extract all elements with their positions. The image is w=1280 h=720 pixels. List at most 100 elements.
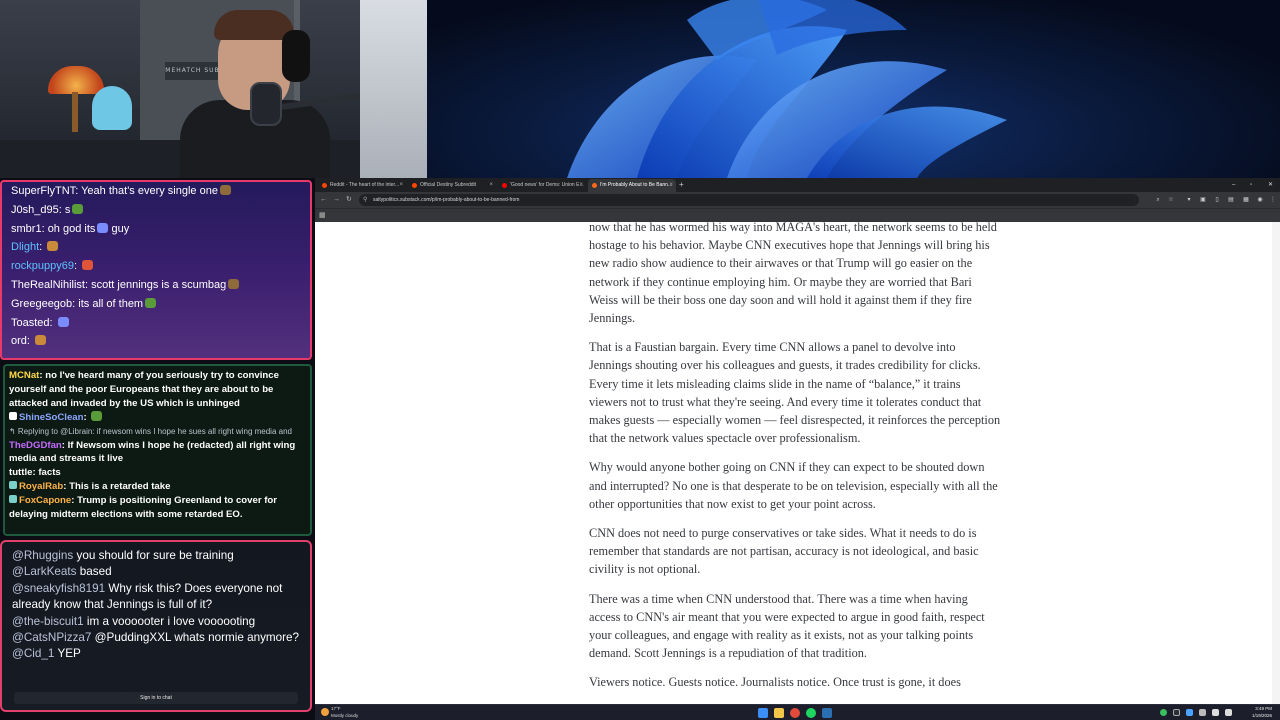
minimize-icon[interactable]: –	[1232, 178, 1235, 192]
bookmark-star-icon[interactable]: ☆	[1166, 194, 1176, 206]
emote-icon	[219, 185, 231, 195]
tab-2[interactable]: Official Destiny Subreddit ×	[408, 179, 496, 192]
tab-favicon-icon	[322, 183, 327, 188]
chat-mention: @CatsNPizza7	[12, 631, 92, 645]
site-info-icon[interactable]: ⚲	[363, 194, 367, 206]
chat-message: FoxCapone: Trump is positioning Greenlan…	[9, 495, 278, 521]
chat-mention: @sneakyfish8191	[12, 581, 106, 595]
steam-icon[interactable]	[822, 708, 832, 718]
close-window-icon[interactable]: ✕	[1268, 178, 1273, 192]
chat-mention: @LarkKeats	[12, 565, 77, 579]
tab-close-icon[interactable]: ×	[579, 179, 583, 192]
tab-favicon-icon	[502, 183, 507, 188]
sign-in-to-chat-button[interactable]: Sign in to chat	[14, 692, 298, 704]
tab-title: 'Good news' for Dems: Union E...	[510, 182, 584, 188]
weather-widget[interactable]: 17°F Mostly cloudy	[321, 706, 358, 719]
chat-text: This is a retarded take	[69, 481, 171, 493]
downloads-icon[interactable]: ▯	[1212, 194, 1222, 206]
forward-icon[interactable]: →	[333, 194, 340, 206]
extension-icon-1[interactable]: ▣	[1198, 194, 1208, 206]
wifi-icon[interactable]	[1212, 709, 1219, 716]
extensions-icon[interactable]: ▾	[1184, 194, 1194, 206]
chat-username: Dlight	[11, 241, 40, 254]
tab-favicon-icon	[412, 183, 417, 188]
chrome-icon[interactable]	[790, 708, 800, 718]
webcam-lamp	[48, 66, 104, 94]
chat-message: @LarkKeats based	[12, 564, 302, 580]
chat-message: ord:	[2, 332, 310, 351]
article-paragraph: now that he has wormed his way into MAGA…	[589, 222, 997, 326]
address-bar[interactable]: ⚲ saltypolitics.substack.com/p/im-probab…	[359, 194, 1139, 206]
reply-context: ↰ Replying to @Librain: if newsom wins I…	[9, 426, 292, 436]
tab-1[interactable]: Reddit - The heart of the inter... ×	[318, 179, 406, 192]
tray-icon-3[interactable]	[1186, 709, 1193, 716]
maximize-icon[interactable]: ▫	[1250, 178, 1252, 192]
page-scrollbar[interactable]	[1272, 222, 1280, 704]
chat-username: smbr1	[11, 222, 42, 235]
system-clock[interactable]: 3:49 PM 1/19/2026	[1252, 706, 1272, 719]
tray-icon-4[interactable]	[1199, 709, 1206, 716]
menu-icon[interactable]: ⋮	[1268, 194, 1278, 206]
chat-message: @sneakyfish8191 Why risk this? Does ever…	[12, 581, 302, 614]
user-badge-icon	[9, 411, 17, 420]
tab-title: Reddit - The heart of the inter...	[330, 182, 400, 188]
microphone-icon	[250, 82, 282, 126]
webcam-lamp-stem	[72, 92, 78, 132]
chat-username: tuttle	[9, 467, 33, 479]
tab-4[interactable]: I'm Probably About to Be Bann... ×	[588, 179, 676, 192]
browser-window: Reddit - The heart of the inter... × Offic…	[315, 178, 1280, 704]
desktop-wallpaper	[427, 0, 1280, 178]
apps-grid-icon[interactable]: ▦	[319, 211, 326, 221]
start-icon[interactable]	[758, 708, 768, 718]
new-tab-button[interactable]: +	[679, 179, 684, 191]
clock-time: 3:49 PM	[1255, 706, 1272, 711]
tray-icon-1[interactable]	[1160, 709, 1167, 716]
tab-close-icon[interactable]: ×	[669, 179, 673, 192]
url-text: saltypolitics.substack.com/p/im-probably…	[373, 197, 520, 203]
webcam-window-light	[360, 0, 427, 178]
bookmarks-bar: ▦	[315, 208, 1280, 222]
chat-message: ShineSoClean:	[9, 410, 306, 425]
weather-icon	[321, 708, 329, 716]
extension-icon-2[interactable]: ▦	[1241, 194, 1251, 206]
address-bar-row: ← → ↻ ⚲ saltypolitics.substack.com/p/im-…	[315, 192, 1280, 208]
back-icon[interactable]: ←	[320, 194, 327, 206]
chat-message: smbr1: oh god its guy	[11, 222, 130, 235]
tab-close-icon[interactable]: ×	[489, 179, 493, 192]
chat-message: TheDGDfan: If Newsom wins I hope he (red…	[9, 439, 296, 465]
chat-panel-top: SuperFlyTNT: Yeah that's every single on…	[0, 180, 312, 360]
tab-close-icon[interactable]: ×	[399, 179, 403, 192]
chat-text: no I've heard many of you seriously try …	[9, 370, 279, 409]
zoom-icon[interactable]: ⌕	[1153, 194, 1163, 206]
chat-text: Yeah that's every single one	[81, 185, 218, 197]
chat-reply-line: ↰ Replying to @Librain: if newsom wins I…	[9, 425, 306, 439]
chat-message: @Cid_1 YEP	[12, 646, 302, 662]
tab-3[interactable]: 'Good news' for Dems: Union E... ×	[498, 179, 586, 192]
chat-message: @CatsNPizza7 @PuddingXXL whats normie an…	[12, 630, 302, 646]
chat-text: its all of them	[78, 297, 144, 310]
chat-mention: @Cid_1	[12, 647, 55, 661]
tray-icon-2[interactable]	[1173, 709, 1180, 716]
file-explorer-icon[interactable]	[774, 708, 784, 718]
chat-text: you should for sure be training	[76, 549, 234, 562]
tab-title: Official Destiny Subreddit	[420, 182, 477, 188]
chat-message: Dlight:	[2, 238, 310, 257]
weather-desc: Mostly cloudy	[331, 712, 359, 718]
chat-text: scott jennings is a scumbag	[91, 278, 227, 291]
webcam-feed: MEHATCH SUBSCR	[0, 0, 427, 178]
chat-panel-bottom: @Rhuggins you should for sure be trainin…	[0, 540, 312, 712]
article-paragraph: Viewers notice. Guests notice. Journalis…	[589, 675, 961, 690]
user-badge-icon	[9, 495, 17, 504]
tab-title: I'm Probably About to Be Bann...	[600, 182, 673, 188]
chat-message: @Rhuggins you should for sure be trainin…	[12, 548, 302, 564]
headset-icon	[282, 30, 310, 82]
webcam-streamer-hair	[214, 10, 294, 40]
chat-text: based	[79, 565, 112, 579]
volume-icon[interactable]	[1225, 709, 1232, 716]
taskbar: 17°F Mostly cloudy 3:49 PM 1/19/2026	[315, 704, 1280, 720]
spotify-icon[interactable]	[806, 708, 816, 718]
profile-icon[interactable]: ◉	[1255, 194, 1265, 206]
side-panel-icon[interactable]: ▤	[1226, 194, 1236, 206]
article-paragraph: Why would anyone bother going on CNN if …	[589, 460, 998, 511]
reload-icon[interactable]: ↻	[346, 194, 352, 206]
